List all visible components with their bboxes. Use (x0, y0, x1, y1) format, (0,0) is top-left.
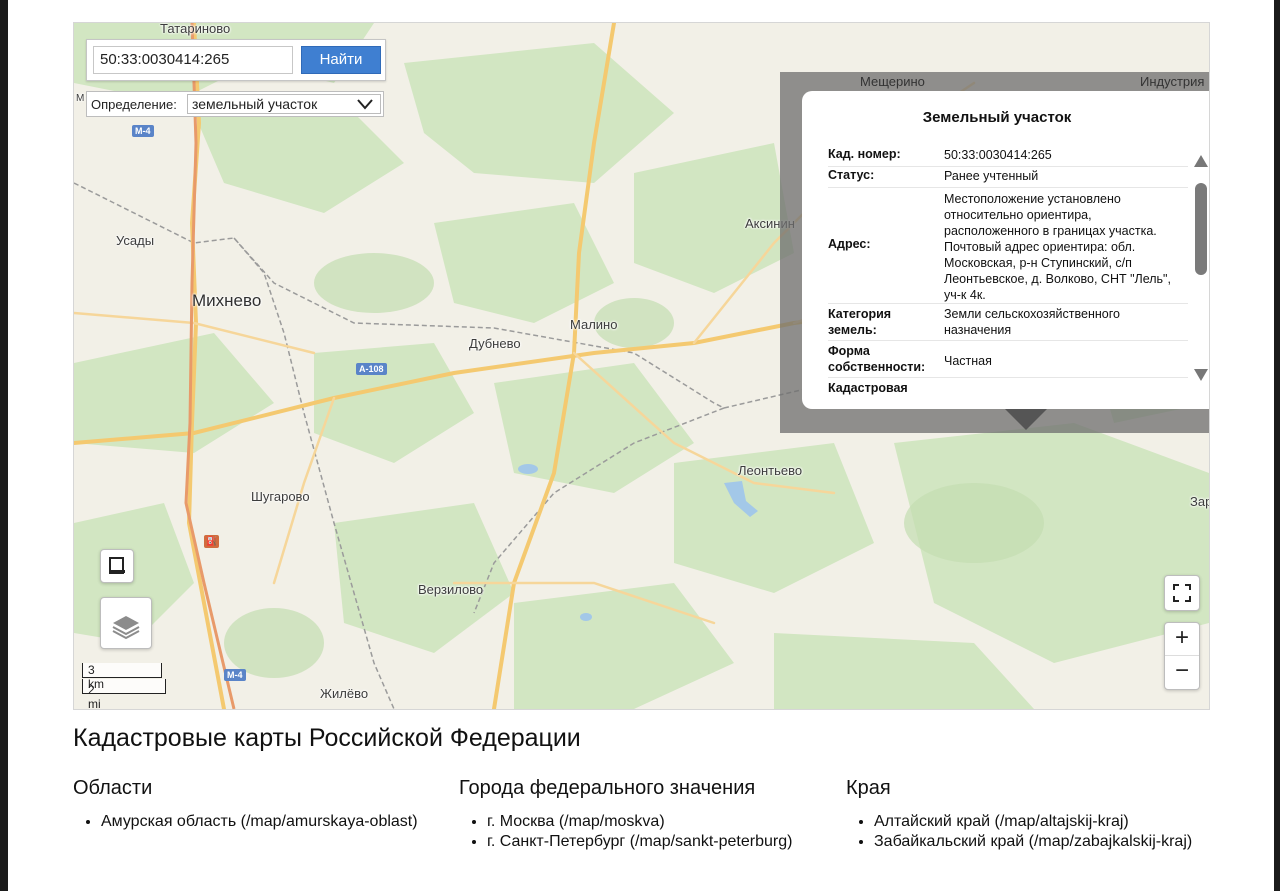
popup-key: Кад. номер: (828, 147, 901, 161)
regions-heading: Области (73, 777, 153, 799)
search-panel: 50:33:0030414:265 Найти (86, 39, 386, 81)
popup-value: Ранее учтенный (944, 169, 1039, 183)
city-link[interactable]: г. Москва (/map/moskva) (487, 812, 819, 832)
definition-panel: Определение: земельный участок (86, 91, 384, 117)
definition-label: Определение: (91, 97, 177, 112)
popup-key: Кадастровая (828, 381, 908, 395)
map-label-m: М (76, 93, 85, 104)
select-area-button[interactable] (100, 549, 134, 583)
map-view[interactable]: Татариново Михнево Усады Дубнево Малино … (73, 22, 1210, 710)
map-label-leontyevo: Леонтьево (738, 463, 803, 478)
road-shield-m4-bottom: М-4 (224, 669, 246, 681)
map-label-dubnevo: Дубнево (469, 336, 521, 351)
region-link[interactable]: Амурская область (/map/amurskaya-oblast) (101, 812, 433, 832)
federal-cities-heading: Города федерального значения (459, 777, 756, 799)
parcel-info-popup: Земельный участок Кад. номер: 50:33:0030… (802, 91, 1209, 409)
federal-cities-column: Города федерального значения г. Москва (… (459, 777, 819, 852)
square-select-icon (109, 557, 125, 574)
map-label-shugarovo: Шугарово (251, 489, 310, 504)
popup-row-address: Адрес: Местоположение установлено относи… (828, 189, 1188, 304)
zoom-control: + − (1164, 622, 1200, 690)
page-title: Кадастровые карты Российской Федерации (73, 724, 581, 752)
map-label-tatarinovo: Татариново (160, 22, 231, 36)
fullscreen-icon (1173, 584, 1191, 602)
popup-value[interactable]: 50:33:0030414:265 (944, 147, 1184, 163)
page: Татариново Михнево Усады Дубнево Малино … (8, 0, 1274, 891)
popup-row-cadastral: Кадастровая (828, 381, 1188, 401)
krai-column: Края Алтайский край (/map/altajskij-kraj… (846, 777, 1206, 852)
popup-key: Адрес: (828, 237, 871, 251)
popup-row-land-category: Категория земель: Земли сельскохозяйстве… (828, 306, 1188, 341)
popup-pointer (1004, 408, 1048, 430)
popup-value: Земли сельскохозяйственного назначения (944, 307, 1120, 337)
road-shield-m4-top: М-4 (132, 125, 154, 137)
popup-row-status: Статус: Ранее учтенный (828, 168, 1188, 188)
city-link[interactable]: г. Санкт-Петербург (/map/sankt-peterburg… (487, 832, 819, 852)
layers-button[interactable] (100, 597, 152, 649)
definition-select[interactable]: земельный участок (187, 94, 381, 114)
map-label-verzilovo: Верзилово (418, 582, 484, 597)
popup-row-ownership: Форма собственности: Частная (828, 343, 1188, 378)
popup-row-cad-number: Кад. номер: 50:33:0030414:265 (828, 147, 1188, 167)
krai-link[interactable]: Алтайский край (/map/altajskij-kraj) (874, 812, 1206, 832)
search-button[interactable]: Найти (301, 46, 381, 74)
popup-key: Категория земель: (828, 307, 892, 337)
fuel-station-icon: ⛽ (204, 535, 220, 548)
popup-scroll-down-icon[interactable] (1194, 369, 1208, 381)
map-label-usady: Усады (116, 233, 155, 248)
regions-column: Области Амурская область (/map/amurskaya… (73, 777, 433, 832)
popup-scrollbar-thumb[interactable] (1195, 183, 1207, 275)
fullscreen-button[interactable] (1164, 575, 1200, 611)
cadastral-search-input[interactable]: 50:33:0030414:265 (93, 46, 293, 74)
map-label-zhilevo: Жилёво (320, 686, 369, 701)
definition-selected-value: земельный участок (192, 96, 318, 112)
layers-icon (112, 616, 140, 640)
krai-link[interactable]: Забайкальский край (/map/zabajkalskij-kr… (874, 832, 1206, 852)
zoom-in-button[interactable]: + (1165, 623, 1199, 656)
popup-title: Земельный участок (922, 109, 1072, 126)
chevron-down-icon (357, 99, 373, 110)
popup-key: Статус: (828, 168, 875, 182)
map-label-zar: Зар (1190, 494, 1209, 509)
scale-mi-label: 2 mi (88, 683, 101, 710)
popup-value: Частная (944, 354, 992, 368)
zoom-out-button[interactable]: − (1165, 656, 1199, 688)
map-label-malino: Малино (570, 317, 618, 332)
map-label-mikhnevo: Михнево (192, 291, 262, 310)
map-label-meshcherino: Мещерино (860, 74, 925, 89)
krai-heading: Края (846, 777, 891, 799)
popup-key: Форма собственности: (828, 344, 926, 374)
popup-value: Местоположение установлено относительно … (944, 192, 1171, 302)
map-label-industria: Индустрия (1140, 74, 1205, 89)
road-shield-a108: А-108 (356, 363, 387, 375)
popup-scroll-up-icon[interactable] (1194, 155, 1208, 167)
